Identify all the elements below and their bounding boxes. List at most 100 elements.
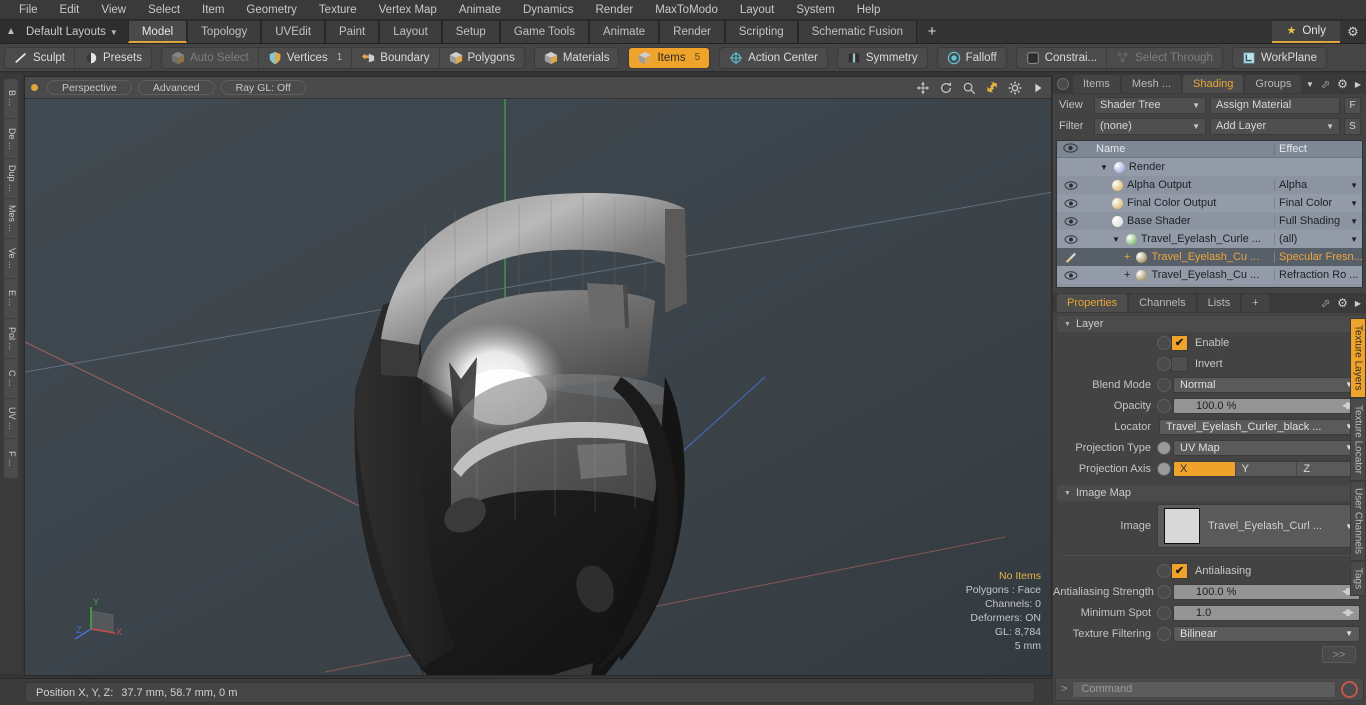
zoom-icon[interactable] — [962, 81, 976, 95]
projection-type-dropdown[interactable]: UV Map▼ — [1173, 439, 1360, 456]
shading-tab-shading[interactable]: Shading — [1183, 75, 1244, 93]
popout-icon[interactable]: ⬀ — [1321, 78, 1330, 91]
rotate-icon[interactable] — [939, 81, 953, 95]
left-tool-tab-2[interactable]: Dup ... — [4, 159, 18, 199]
projection-axis-y[interactable]: Y — [1235, 461, 1298, 476]
chevron-right-icon[interactable]: ▶ — [1355, 299, 1361, 308]
shader-filter-dropdown[interactable]: (none) ▼ — [1094, 117, 1206, 135]
eye-icon[interactable] — [1057, 216, 1084, 226]
menu-item-file[interactable]: File — [8, 0, 49, 20]
chevron-down-icon[interactable]: ▼ — [1306, 80, 1314, 89]
menu-item-layout[interactable]: Layout — [729, 0, 786, 20]
shading-tab-items[interactable]: Items — [1073, 75, 1120, 93]
opacity-channel-dot[interactable] — [1157, 398, 1171, 413]
image-map-section-header[interactable]: ▼ Image Map — [1057, 485, 1362, 501]
gear-icon[interactable] — [1008, 81, 1022, 95]
texture-filtering-channel-dot[interactable] — [1157, 626, 1171, 641]
enable-channel-dot[interactable] — [1157, 335, 1171, 350]
menu-item-vertex-map[interactable]: Vertex Map — [368, 0, 448, 20]
toolbar-button-workplane[interactable]: WorkPlane — [1233, 48, 1326, 68]
blend-mode-dropdown[interactable]: Normal▼ — [1173, 376, 1360, 393]
shader-effect-cell[interactable]: (all) ▼ — [1274, 233, 1362, 245]
expander-plus-icon[interactable]: + — [1124, 269, 1130, 281]
expander-down-icon[interactable]: ▼ — [1112, 235, 1120, 244]
layout-tab-model[interactable]: Model — [127, 20, 188, 43]
add-layer-dropdown[interactable]: Add Layer ▼ — [1210, 117, 1340, 135]
shader-tree-row[interactable]: + Travel_Eyelash_Cu ... Refraction Ro ... — [1057, 266, 1362, 284]
menu-item-geometry[interactable]: Geometry — [235, 0, 308, 20]
layout-tab-schematic-fusion[interactable]: Schematic Fusion — [797, 20, 918, 43]
properties-tab-[interactable]: + — [1242, 294, 1269, 312]
toolbar-button-sculpt[interactable]: Sculpt — [5, 47, 75, 68]
antialiasing-channel-dot[interactable] — [1157, 563, 1171, 578]
menu-item-help[interactable]: Help — [846, 0, 892, 20]
vtab-texture-locator[interactable]: Texture Locator — [1350, 397, 1366, 481]
layout-tab-topology[interactable]: Topology — [187, 20, 262, 43]
menu-item-dynamics[interactable]: Dynamics — [512, 0, 584, 20]
command-input[interactable]: Command — [1072, 680, 1336, 698]
viewport-raygl-button[interactable]: Ray GL: Off — [220, 80, 306, 95]
viewport-projection-button[interactable]: Perspective — [47, 80, 132, 95]
chevron-right-icon[interactable]: ▶ — [1355, 80, 1361, 89]
toolbar-button-presets[interactable]: Presets — [75, 48, 151, 68]
toolbar-button-constrai[interactable]: Constrai... — [1017, 47, 1108, 68]
assign-material-button[interactable]: Assign Material — [1210, 96, 1340, 114]
brush-icon[interactable] — [1057, 252, 1084, 263]
properties-tab-channels[interactable]: Channels — [1129, 294, 1196, 312]
layout-tab-uvedit[interactable]: UVEdit — [261, 20, 326, 43]
fit-icon[interactable] — [985, 81, 999, 95]
layout-settings-gear-icon[interactable]: ⚙ — [1340, 20, 1366, 43]
left-tool-tab-8[interactable]: UV ... — [4, 399, 18, 439]
viewport-shading-button[interactable]: Advanced — [137, 80, 215, 95]
shader-tree-row[interactable]: ▼ Render — [1057, 158, 1362, 176]
menu-item-texture[interactable]: Texture — [308, 0, 368, 20]
layout-tab-render[interactable]: Render — [659, 20, 725, 43]
expander-plus-icon[interactable]: + — [1124, 251, 1130, 263]
left-tool-tab-9[interactable]: F ... — [4, 439, 18, 479]
move-icon[interactable] — [916, 81, 930, 95]
toolbar-button-falloff[interactable]: Falloff — [938, 48, 1006, 68]
vtab-texture-layers[interactable]: Texture Layers — [1350, 318, 1366, 398]
record-icon[interactable] — [1341, 680, 1358, 698]
enable-checkbox[interactable]: ✔ — [1171, 334, 1188, 351]
toolbar-button-items[interactable]: Items 5 — [629, 47, 710, 68]
layout-tab-setup[interactable]: Setup — [441, 20, 500, 43]
opacity-field[interactable]: 100.0 % ◂▮▸ — [1173, 397, 1360, 414]
properties-tab-properties[interactable]: Properties — [1057, 294, 1128, 312]
shading-tab-mesh[interactable]: Mesh ... — [1121, 75, 1182, 93]
default-layouts-dropdown[interactable]: Default Layouts ▼ — [22, 26, 128, 38]
left-tool-tab-7[interactable]: C ... — [4, 359, 18, 399]
invert-checkbox[interactable] — [1171, 355, 1188, 372]
min-spot-field[interactable]: 1.0 ◂▮▸ — [1173, 604, 1360, 621]
shader-tree-row[interactable]: + Travel_Eyelash_Cu ... Specular Fresn... — [1057, 248, 1362, 266]
gear-icon[interactable]: ⚙ — [1337, 77, 1348, 91]
blend-mode-channel-dot[interactable] — [1157, 377, 1171, 392]
menu-item-maxtomodo[interactable]: MaxToModo — [644, 0, 729, 20]
projection-axis-x[interactable]: X — [1174, 461, 1236, 476]
shader-tree-row[interactable]: Alpha Output Alpha ▼ — [1057, 176, 1362, 194]
left-tool-tab-6[interactable]: Pol ... — [4, 319, 18, 359]
projection-type-channel-dot[interactable] — [1157, 440, 1171, 455]
layout-tab-paint[interactable]: Paint — [325, 20, 380, 43]
popout-icon[interactable]: ⬀ — [1321, 297, 1330, 310]
layout-tab-animate[interactable]: Animate — [588, 20, 660, 43]
axis-gizmo[interactable]: Y X Z — [69, 589, 129, 649]
eye-icon[interactable] — [1057, 234, 1084, 244]
properties-tab-lists[interactable]: Lists — [1197, 294, 1241, 312]
s-button[interactable]: S — [1344, 117, 1361, 135]
shader-effect-cell[interactable]: Alpha ▼ — [1274, 179, 1362, 191]
shader-effect-cell[interactable]: Full Shading ▼ — [1274, 215, 1362, 227]
menu-item-select[interactable]: Select — [137, 0, 191, 20]
toolbar-button-symmetry[interactable]: Symmetry — [838, 48, 927, 68]
shader-tree[interactable]: Name Effect ▼ Render Alpha Output Alpha ▼ Fin… — [1056, 140, 1363, 288]
shader-effect-cell[interactable]: Final Color ▼ — [1274, 197, 1362, 209]
3d-viewport[interactable]: Perspective Advanced Ray GL: Off No Item… — [24, 76, 1052, 676]
shader-tree-row[interactable]: ▼ Travel_Eyelash_Curle ... (all) ▼ — [1057, 230, 1362, 248]
panel-menu-icon[interactable] — [1057, 78, 1069, 90]
shading-tab-groups[interactable]: Groups — [1245, 75, 1302, 93]
collapse-toolbar-icon[interactable]: ▲ — [0, 20, 22, 44]
left-tool-tab-4[interactable]: Ve ... — [4, 239, 18, 279]
shader-tree-row[interactable]: Final Color Output Final Color ▼ — [1057, 194, 1362, 212]
menu-item-edit[interactable]: Edit — [49, 0, 91, 20]
aa-strength-field[interactable]: 100.0 % ◂▮▸ — [1173, 583, 1360, 600]
